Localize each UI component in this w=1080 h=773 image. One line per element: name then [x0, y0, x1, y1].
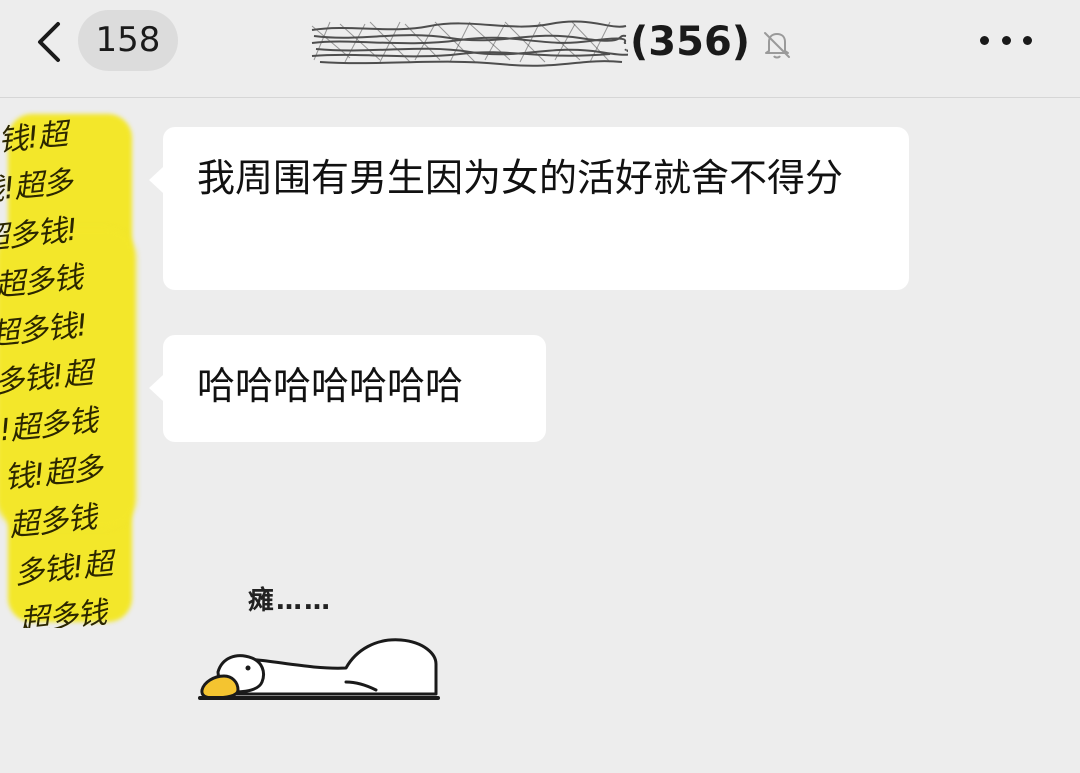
message-bubble[interactable]: 我周围有男生因为女的活好就舍不得分	[149, 127, 909, 290]
bell-slash-icon	[764, 32, 791, 59]
chat-title: (356)	[310, 14, 794, 70]
sticker-message[interactable]: 瘫……	[196, 580, 446, 700]
redacted-group-name	[311, 20, 628, 67]
more-options-button[interactable]	[980, 30, 1032, 50]
chat-header: 158 (356)	[0, 0, 1080, 98]
sender-avatar[interactable]: 多钱!超 钱!超多 超多钱! !超多钱 超多钱! 多钱!超 !超多钱 钱!超多 …	[0, 108, 150, 628]
more-dots-icon	[980, 35, 989, 45]
message-bubble[interactable]: 哈哈哈哈哈哈哈	[149, 335, 546, 442]
chevron-left-icon	[38, 22, 60, 62]
back-button[interactable]	[30, 20, 70, 64]
unread-count-badge[interactable]: 158	[78, 10, 178, 71]
member-count: (356)	[630, 19, 751, 65]
goose-lying-flat-icon	[198, 638, 440, 700]
